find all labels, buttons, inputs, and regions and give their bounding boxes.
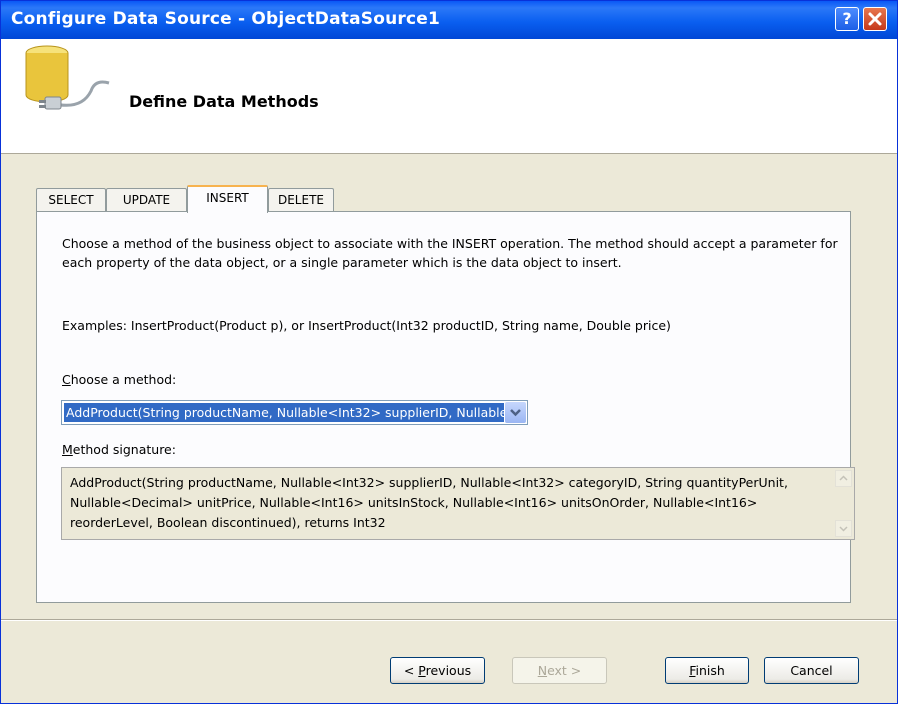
- tab-insert[interactable]: INSERT: [187, 185, 268, 213]
- finish-label: inish: [695, 663, 725, 678]
- method-signature-label: Method signature:: [62, 442, 176, 457]
- scroll-down-button[interactable]: [835, 520, 852, 537]
- scroll-up-button[interactable]: [835, 470, 852, 487]
- chevron-up-icon: [839, 475, 848, 481]
- wizard-header: Define Data Methods: [1, 39, 897, 154]
- method-signature-label-text: ethod signature:: [72, 442, 176, 457]
- close-button[interactable]: [863, 7, 887, 31]
- page-title: Define Data Methods: [129, 92, 319, 111]
- dropdown-arrow-button[interactable]: [505, 402, 526, 423]
- tab-select[interactable]: SELECT: [36, 188, 106, 211]
- window-title: Configure Data Source - ObjectDataSource…: [11, 9, 440, 29]
- previous-prefix: <: [403, 663, 419, 678]
- previous-button[interactable]: < Previous: [390, 657, 485, 684]
- previous-accel: P: [418, 663, 426, 678]
- method-dropdown[interactable]: AddProduct(String productName, Nullable<…: [61, 400, 528, 425]
- chevron-down-icon: [839, 526, 848, 532]
- previous-label: revious: [425, 663, 472, 678]
- database-icon: [25, 45, 110, 110]
- help-icon: ?: [842, 9, 852, 28]
- next-label: ext >: [547, 663, 582, 678]
- dialog-window: Configure Data Source - ObjectDataSource…: [0, 0, 898, 704]
- next-button[interactable]: Next >: [512, 657, 607, 684]
- method-signature-accel: M: [62, 442, 73, 457]
- signature-scrollbar[interactable]: [835, 470, 852, 537]
- choose-method-label-text: hoose a method:: [70, 372, 177, 387]
- choose-method-accel: C: [62, 372, 71, 387]
- cancel-button[interactable]: Cancel: [764, 657, 859, 684]
- title-bar[interactable]: Configure Data Source - ObjectDataSource…: [1, 1, 897, 39]
- method-dropdown-value: AddProduct(String productName, Nullable<…: [64, 403, 504, 422]
- method-signature-box[interactable]: AddProduct(String productName, Nullable<…: [61, 467, 855, 540]
- tab-update[interactable]: UPDATE: [106, 188, 187, 211]
- next-accel: N: [537, 663, 548, 678]
- footer-separator: [1, 619, 897, 621]
- method-signature-text: AddProduct(String productName, Nullable<…: [70, 475, 788, 530]
- insert-description: Choose a method of the business object t…: [62, 236, 838, 270]
- insert-examples: Examples: InsertProduct(Product p), or I…: [62, 318, 671, 333]
- tab-delete[interactable]: DELETE: [268, 188, 334, 211]
- choose-method-label: Choose a method:: [62, 372, 176, 387]
- finish-button[interactable]: Finish: [665, 657, 749, 684]
- chevron-down-icon: [510, 409, 521, 417]
- close-icon: [868, 12, 882, 26]
- help-button[interactable]: ?: [835, 7, 859, 31]
